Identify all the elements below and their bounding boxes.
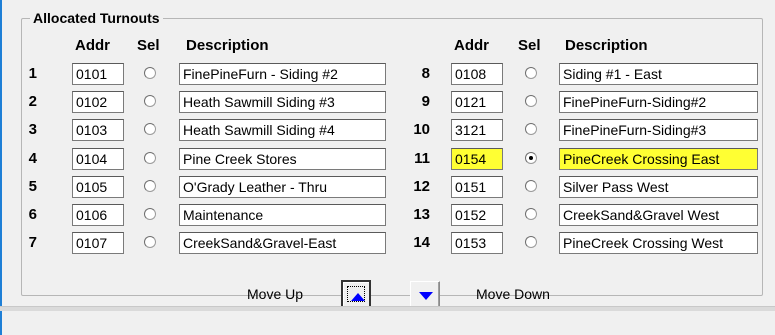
- addr-field[interactable]: 0151: [451, 176, 503, 198]
- addr-field[interactable]: 0103: [72, 119, 124, 141]
- header-sel-left: Sel: [137, 37, 160, 54]
- addr-field[interactable]: 0153: [451, 232, 503, 254]
- select-radio[interactable]: [525, 208, 537, 220]
- description-field[interactable]: FinePineFurn - Siding #2: [179, 63, 386, 85]
- move-up-label: Move Up: [247, 286, 304, 302]
- description-field[interactable]: FinePineFurn-Siding#3: [559, 119, 758, 141]
- header-description-left: Description: [186, 37, 269, 54]
- description-field[interactable]: Heath Sawmill Siding #4: [179, 119, 386, 141]
- select-radio[interactable]: [525, 236, 537, 248]
- description-field[interactable]: CreekSand&Gravel West: [559, 204, 758, 226]
- select-radio[interactable]: [525, 152, 537, 164]
- addr-field[interactable]: 0107: [72, 232, 124, 254]
- move-down-button[interactable]: [410, 281, 440, 309]
- move-down-label: Move Down: [476, 286, 550, 302]
- row-number: 13: [413, 206, 430, 223]
- row-number: 7: [28, 234, 37, 251]
- select-radio[interactable]: [525, 123, 537, 135]
- row-number: 12: [413, 178, 430, 195]
- row-number: 11: [414, 150, 430, 167]
- description-field[interactable]: CreekSand&Gravel-East: [179, 232, 386, 254]
- header-addr-right: Addr: [454, 37, 489, 54]
- addr-field[interactable]: 3121: [451, 119, 503, 141]
- description-field[interactable]: Maintenance: [179, 204, 386, 226]
- description-field[interactable]: Siding #1 - East: [559, 63, 758, 85]
- description-field[interactable]: Pine Creek Stores: [179, 148, 386, 170]
- select-radio[interactable]: [144, 123, 156, 135]
- header-description-right: Description: [565, 37, 648, 54]
- addr-field[interactable]: 0152: [451, 204, 503, 226]
- addr-field[interactable]: 0102: [72, 91, 124, 113]
- addr-field[interactable]: 0105: [72, 176, 124, 198]
- description-field[interactable]: O'Grady Leather - Thru: [179, 176, 386, 198]
- description-field[interactable]: Heath Sawmill Siding #3: [179, 91, 386, 113]
- row-number: 5: [28, 178, 37, 195]
- select-radio[interactable]: [525, 67, 537, 79]
- select-radio[interactable]: [144, 95, 156, 107]
- select-radio[interactable]: [144, 236, 156, 248]
- addr-field[interactable]: 0104: [72, 148, 124, 170]
- window-edge: [0, 0, 2, 335]
- header-sel-right: Sel: [518, 37, 541, 54]
- row-number: 10: [413, 121, 430, 138]
- select-radio[interactable]: [144, 67, 156, 79]
- select-radio[interactable]: [525, 180, 537, 192]
- addr-field[interactable]: 0154: [451, 148, 503, 170]
- description-field[interactable]: Silver Pass West: [559, 176, 758, 198]
- status-strip: [0, 306, 775, 311]
- select-radio[interactable]: [144, 180, 156, 192]
- row-number: 8: [421, 65, 430, 82]
- select-radio[interactable]: [144, 208, 156, 220]
- row-number: 9: [421, 93, 430, 110]
- addr-field[interactable]: 0106: [72, 204, 124, 226]
- description-field[interactable]: PineCreek Crossing East: [559, 148, 758, 170]
- row-number: 4: [28, 150, 37, 167]
- select-radio[interactable]: [525, 95, 537, 107]
- move-up-button[interactable]: [341, 280, 371, 308]
- row-number: 1: [28, 65, 37, 82]
- addr-field[interactable]: 0101: [72, 63, 124, 85]
- description-field[interactable]: PineCreek Crossing West: [559, 232, 758, 254]
- description-field[interactable]: FinePineFurn-Siding#2: [559, 91, 758, 113]
- row-number: 14: [413, 234, 430, 251]
- row-number: 2: [28, 93, 37, 110]
- row-number: 6: [28, 206, 37, 223]
- addr-field[interactable]: 0121: [451, 91, 503, 113]
- group-title: Allocated Turnouts: [30, 9, 163, 27]
- addr-field[interactable]: 0108: [451, 63, 503, 85]
- header-addr-left: Addr: [75, 37, 110, 54]
- select-radio[interactable]: [144, 152, 156, 164]
- row-number: 3: [28, 121, 37, 138]
